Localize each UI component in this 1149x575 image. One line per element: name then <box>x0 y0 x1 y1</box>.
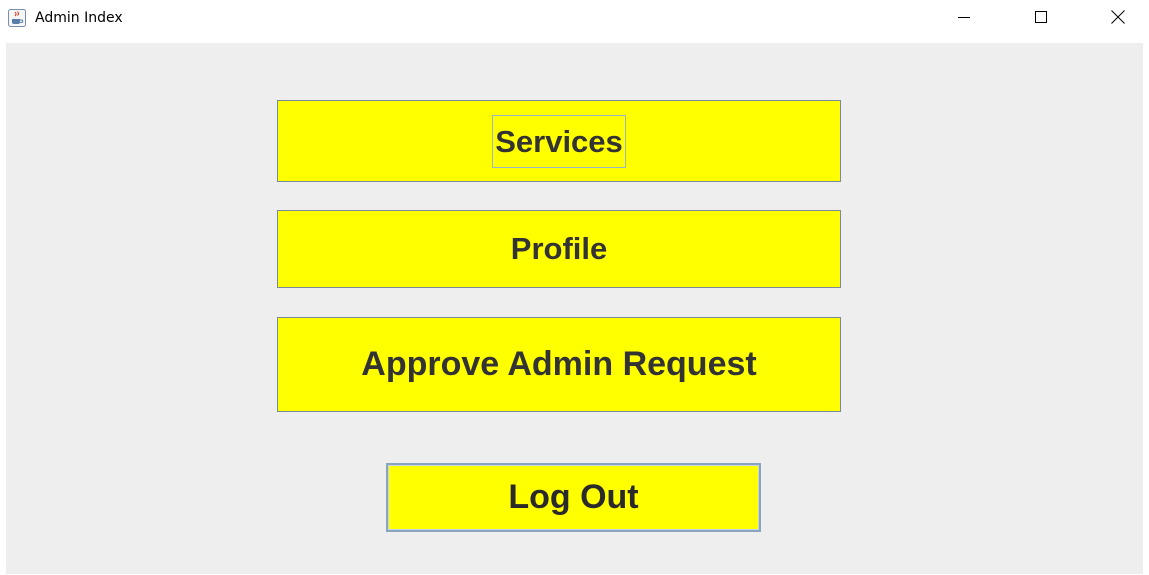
java-cup-icon <box>8 9 26 27</box>
close-button[interactable] <box>1095 0 1141 38</box>
services-button[interactable]: Services <box>277 100 841 182</box>
close-icon <box>1110 9 1126 30</box>
log-out-button[interactable]: Log Out <box>386 463 761 532</box>
profile-button-label: Profile <box>510 231 608 266</box>
maximize-icon <box>1034 10 1048 29</box>
minimize-icon <box>957 10 971 29</box>
minimize-button[interactable] <box>941 0 987 38</box>
profile-button[interactable]: Profile <box>277 210 841 288</box>
maximize-button[interactable] <box>1018 0 1064 38</box>
approve-admin-request-button[interactable]: Approve Admin Request <box>277 317 841 412</box>
log-out-button-label: Log Out <box>508 478 639 516</box>
approve-admin-request-button-label: Approve Admin Request <box>361 345 757 383</box>
window-title: Admin Index <box>35 10 123 26</box>
services-button-label: Services <box>492 114 626 168</box>
main-panel: Services Profile Approve Admin Request L… <box>6 43 1143 574</box>
admin-index-window: Admin Index Services Profile Approve Adm… <box>0 0 1149 575</box>
title-bar[interactable]: Admin Index <box>0 0 1149 41</box>
